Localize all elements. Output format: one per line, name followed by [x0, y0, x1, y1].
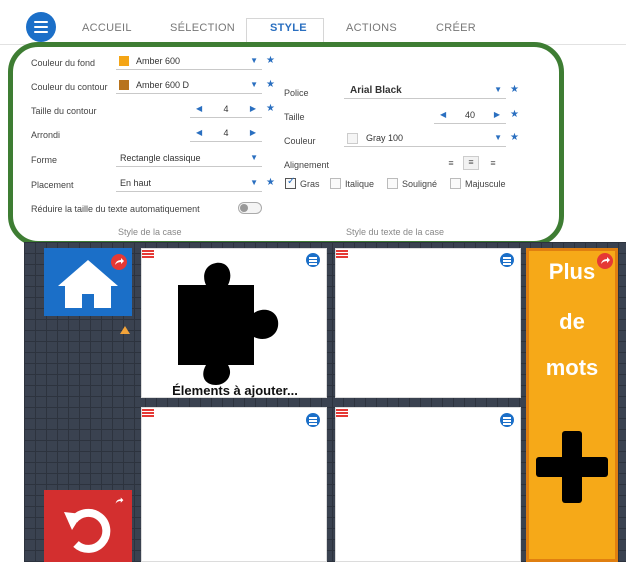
background-color-swatch: [119, 56, 129, 66]
align-right-icon[interactable]: ≡: [486, 158, 500, 170]
empty-cell[interactable]: [141, 407, 327, 562]
chevron-down-icon: ▼: [250, 56, 258, 65]
font-size-stepper[interactable]: ◀ 40 ▶: [434, 108, 506, 124]
font-select[interactable]: Arial Black ▼: [344, 83, 506, 99]
align-left-icon[interactable]: ≡: [444, 158, 458, 170]
border-size-label: Taille du contour: [31, 106, 97, 116]
placement-value: En haut: [120, 178, 152, 188]
text-color-value: Gray 100: [366, 133, 404, 143]
size-label: Taille: [284, 112, 305, 122]
more-words-cell[interactable]: Plus de mots: [526, 248, 618, 562]
star-icon: ★: [266, 177, 275, 188]
text-color-label: Couleur: [284, 136, 316, 146]
puzzle-cell-label: Élements à ajouter...: [172, 383, 298, 398]
cell-menu-icon[interactable]: [500, 253, 514, 267]
empty-cell[interactable]: [335, 407, 521, 562]
tab-style[interactable]: STYLE: [270, 22, 307, 34]
drag-handle-icon[interactable]: [142, 250, 154, 258]
auto-shrink-toggle[interactable]: [238, 202, 262, 214]
placement-select[interactable]: En haut ▼: [116, 176, 262, 192]
border-color-label: Couleur du contour: [31, 82, 108, 92]
bold-checkbox[interactable]: [285, 176, 296, 189]
text-color-swatch: [347, 133, 358, 144]
more-words-line-2: de: [559, 309, 585, 334]
star-icon: ★: [266, 79, 275, 90]
border-size-stepper[interactable]: ◀ 4 ▶: [190, 102, 262, 118]
cell-menu-icon[interactable]: [306, 413, 320, 427]
border-color-select[interactable]: Amber 600 D ▼: [116, 78, 262, 94]
underline-label: Souligné: [402, 179, 438, 189]
warning-icon: [120, 326, 130, 334]
underline-checkbox[interactable]: [387, 178, 398, 189]
tab-creer[interactable]: CRÉER: [436, 22, 476, 34]
italic-label: Italique: [345, 179, 375, 189]
uppercase-checkbox[interactable]: [450, 178, 461, 189]
chevron-down-icon: ▼: [250, 80, 258, 89]
chevron-down-icon: ▼: [250, 178, 258, 187]
share-icon[interactable]: [112, 494, 126, 508]
increment-icon[interactable]: ▶: [250, 104, 256, 113]
shape-value: Rectangle classique: [120, 153, 201, 163]
border-color-swatch: [119, 80, 129, 90]
drag-handle-icon[interactable]: [336, 250, 348, 258]
shape-label: Forme: [31, 155, 58, 165]
chevron-down-icon: ▼: [494, 85, 502, 94]
puzzle-piece-icon: [178, 262, 279, 385]
background-color-value: Amber 600: [136, 56, 181, 66]
star-icon: ★: [510, 84, 519, 95]
increment-icon[interactable]: ▶: [494, 110, 500, 119]
share-icon[interactable]: [111, 254, 127, 270]
plus-icon: [536, 431, 608, 503]
text-color-select[interactable]: Gray 100 ▼: [344, 131, 506, 147]
star-icon: ★: [266, 103, 275, 114]
drag-handle-icon[interactable]: [142, 409, 154, 417]
placement-label: Placement: [31, 180, 74, 190]
italic-checkbox[interactable]: [330, 178, 341, 189]
drag-handle-icon[interactable]: [336, 409, 348, 417]
alignment-label: Alignement: [284, 160, 330, 170]
tab-accueil[interactable]: ACCUEIL: [82, 22, 132, 34]
align-center-icon[interactable]: ≡: [463, 156, 479, 170]
chevron-down-icon: ▼: [494, 133, 502, 142]
text-style-section-title: Style du texte de la case: [346, 227, 445, 237]
box-style-section-title: Style de la case: [118, 227, 182, 237]
background-color-label: Couleur du fond: [31, 58, 96, 68]
border-color-value: Amber 600 D: [136, 80, 190, 90]
cell-menu-icon[interactable]: [500, 413, 514, 427]
font-value: Arial Black: [350, 85, 402, 96]
auto-shrink-label: Réduire la taille du texte automatiqueme…: [31, 204, 200, 214]
font-label: Police: [284, 88, 309, 98]
tab-selection[interactable]: SÉLECTION: [170, 22, 235, 34]
star-icon: ★: [510, 132, 519, 143]
cell-menu-icon[interactable]: [306, 253, 320, 267]
puzzle-cell[interactable]: Élements à ajouter...: [141, 248, 327, 398]
radius-stepper[interactable]: ◀ 4 ▶: [190, 126, 262, 142]
share-icon[interactable]: [597, 253, 613, 269]
shape-select[interactable]: Rectangle classique ▼: [116, 151, 262, 167]
bold-label: Gras: [300, 179, 320, 189]
empty-cell[interactable]: [335, 248, 521, 398]
star-icon: ★: [266, 55, 275, 66]
tab-actions[interactable]: ACTIONS: [346, 22, 397, 34]
chevron-down-icon: ▼: [250, 153, 258, 162]
star-icon: ★: [510, 109, 519, 120]
more-words-line-3: mots: [545, 355, 599, 380]
increment-icon[interactable]: ▶: [250, 128, 256, 137]
radius-label: Arrondi: [31, 130, 61, 140]
background-color-select[interactable]: Amber 600 ▼: [116, 54, 262, 70]
uppercase-label: Majuscule: [465, 179, 506, 189]
main-menu-button[interactable]: [26, 12, 56, 42]
